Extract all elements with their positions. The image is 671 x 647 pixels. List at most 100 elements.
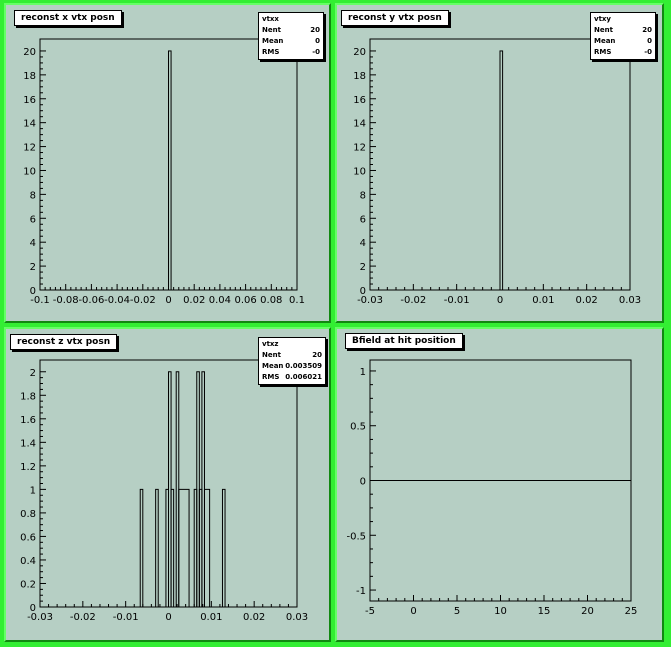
stats-entries-label: Nent — [262, 351, 281, 359]
y-tick-label: 10 — [353, 166, 366, 177]
pad-y-vtx: -0.03 -0.02 -0.01 0 0.01 0.02 0.03 0 2 4 6 8 10 12 14 1… — [335, 3, 664, 323]
x-tick-label: 25 — [625, 606, 638, 617]
histogram-bin — [139, 488, 144, 608]
x-tick-label: -0.04 — [104, 295, 130, 306]
stats-name: vtxx — [262, 15, 279, 23]
stats-rms: 0.006021 — [285, 373, 322, 381]
stats-rms-label: RMS — [262, 373, 280, 381]
stats-rms: -0 — [312, 48, 320, 56]
x-tick-label: 0.02 — [183, 295, 205, 306]
x-tick-label: -0.01 — [113, 612, 139, 623]
y-tick-label: 16 — [23, 95, 36, 106]
x-tick-label: 5 — [454, 606, 460, 617]
y-tick-label: 6 — [360, 214, 366, 225]
histogram-bin — [221, 488, 226, 608]
y-tick-label: 2 — [360, 262, 366, 273]
y-tick-label: 14 — [353, 119, 366, 130]
stats-mean: 0 — [647, 37, 652, 45]
histogram-bin — [170, 488, 175, 608]
stats-entries: 20 — [642, 26, 652, 34]
histogram-title: reconst x vtx posn — [14, 10, 122, 26]
x-tick-label: -0.08 — [53, 295, 79, 306]
histogram-title: reconst y vtx posn — [341, 10, 449, 26]
x-tick-label: 0.03 — [286, 612, 308, 623]
x-tick-label: 15 — [538, 606, 551, 617]
stats-name: vtxz — [262, 340, 279, 348]
x-tick-label: -0.06 — [78, 295, 104, 306]
y-tick-label: 1.6 — [20, 415, 36, 426]
y-tick-label: 1.4 — [20, 438, 36, 449]
x-tick-label: 0 — [165, 612, 171, 623]
histogram-bin — [203, 488, 211, 608]
y-tick-label: 18 — [353, 71, 366, 82]
y-tick-label: 4 — [360, 238, 366, 249]
stats-entries-label: Nent — [594, 26, 613, 34]
y-tick-label: 1.8 — [20, 391, 36, 402]
y-tick-label: 1 — [30, 485, 36, 496]
plot-bfield: -5 0 5 10 15 20 25 -1 -0.5 0 0.5 1 — [346, 359, 638, 617]
x-tick-label: -0.01 — [444, 295, 470, 306]
y-tick-label: 0.5 — [350, 422, 366, 433]
stats-box: vtxy Nent 20 Mean 0 RMS -0 — [590, 12, 656, 60]
y-tick-label: 18 — [23, 71, 36, 82]
y-tick-label: 8 — [360, 190, 366, 201]
histogram-bin — [155, 488, 159, 608]
histogram-bin — [168, 50, 172, 291]
stats-mean-label: Mean — [262, 362, 284, 370]
x-tick-label: 0.08 — [260, 295, 282, 306]
y-tick-label: 2 — [30, 262, 36, 273]
histogram-bin — [499, 50, 504, 291]
x-tick-label: -0.02 — [130, 295, 156, 306]
y-tick-label: 0.8 — [20, 509, 36, 520]
y-tick-label: 16 — [353, 95, 366, 106]
histogram-title: reconst z vtx posn — [10, 334, 118, 350]
y-tick-label: 1.2 — [20, 462, 36, 473]
y-tick-label: 0.6 — [20, 532, 36, 543]
stats-box: vtxx Nent 20 Mean 0 RMS -0 — [258, 12, 324, 60]
y-tick-label: 20 — [23, 47, 36, 58]
histogram-bin — [178, 488, 190, 608]
y-tick-label: 4 — [30, 238, 36, 249]
pad-x-vtx: -0.1 -0.08 -0.06 -0.04 -0.02 0 0.02 0.04 0.06 0.0… — [4, 3, 331, 323]
x-tick-label: 0.01 — [200, 612, 222, 623]
graph-title: Bfield at hit position — [345, 333, 463, 349]
stats-mean: 0.003509 — [285, 362, 322, 370]
x-tick-label: 0.02 — [576, 295, 598, 306]
y-tick-label: 1 — [360, 367, 366, 378]
stats-mean: 0 — [315, 37, 320, 45]
x-tick-label: 0.01 — [532, 295, 554, 306]
x-tick-label: 0 — [497, 295, 503, 306]
y-tick-label: -1 — [356, 586, 366, 597]
pad-bfield: -5 0 5 10 15 20 25 -1 -0.5 0 0.5 1 Bfield at hit po… — [335, 327, 664, 642]
y-tick-label: 8 — [30, 190, 36, 201]
y-tick-label: 6 — [30, 214, 36, 225]
y-tick-label: 0.4 — [20, 556, 36, 567]
y-tick-label: 14 — [23, 119, 36, 130]
x-tick-label: 0.1 — [289, 295, 305, 306]
y-tick-label: 0.2 — [20, 579, 36, 590]
x-tick-label: 0.04 — [209, 295, 231, 306]
y-tick-label: 12 — [23, 143, 36, 154]
x-tick-label: 0 — [165, 295, 171, 306]
stats-rms-label: RMS — [262, 48, 280, 56]
stats-box: vtxz Nent 20 Mean 0.003509 RMS 0.006021 — [258, 337, 326, 385]
y-tick-label: 0 — [30, 603, 36, 614]
stats-name: vtxy — [594, 15, 611, 23]
x-tick-label: 0.02 — [243, 612, 265, 623]
x-tick-label: 0.03 — [619, 295, 641, 306]
y-tick-label: 0 — [360, 286, 366, 297]
y-tick-label: 2 — [30, 368, 36, 379]
x-tick-label: -5 — [365, 606, 375, 617]
x-tick-label: -0.02 — [70, 612, 96, 623]
stats-rms-label: RMS — [594, 48, 612, 56]
stats-entries: 20 — [312, 351, 322, 359]
stats-entries-label: Nent — [262, 26, 281, 34]
y-tick-label: -0.5 — [346, 531, 366, 542]
y-tick-label: 12 — [353, 143, 366, 154]
y-tick-label: 0 — [360, 477, 366, 488]
stats-entries: 20 — [310, 26, 320, 34]
x-tick-label: 20 — [581, 606, 594, 617]
x-tick-label: 0.06 — [234, 295, 256, 306]
y-tick-label: 0 — [30, 286, 36, 297]
stats-rms: -0 — [644, 48, 652, 56]
